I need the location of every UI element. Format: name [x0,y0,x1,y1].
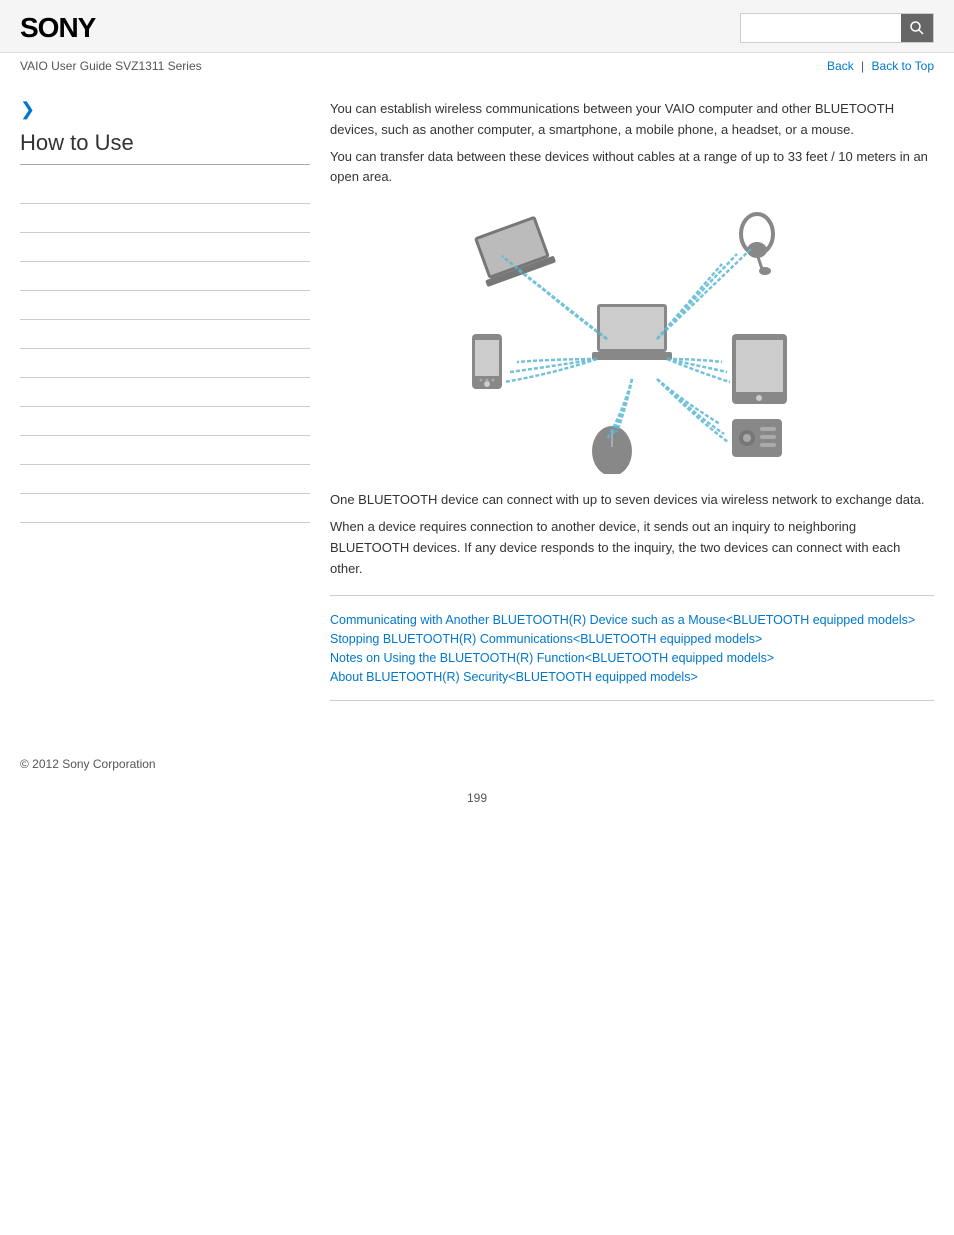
back-link[interactable]: Back [827,59,854,73]
main-content: ❯ How to Use You can establish wireless … [0,79,954,737]
search-input[interactable] [741,14,901,42]
list-item[interactable] [20,320,310,349]
list-item[interactable] [20,407,310,436]
footer: © 2012 Sony Corporation [0,737,954,781]
intro-paragraph-1: You can establish wireless communication… [330,99,934,141]
related-link-3[interactable]: Notes on Using the BLUETOOTH(R) Function… [330,651,774,665]
sidebar-title: How to Use [20,130,310,165]
breadcrumb-separator: | [861,59,864,73]
related-link-item: About BLUETOOTH(R) Security<BLUETOOTH eq… [330,669,934,684]
search-icon [909,20,925,36]
list-item[interactable] [20,494,310,523]
body-paragraph-1: One BLUETOOTH device can connect with up… [330,490,934,511]
sidebar: ❯ How to Use [20,89,330,717]
related-links: Communicating with Another BLUETOOTH(R) … [330,612,934,684]
page-number: 199 [0,781,954,825]
list-item[interactable] [20,233,310,262]
divider-bottom [330,700,934,701]
copyright: © 2012 Sony Corporation [20,757,156,771]
search-box [740,13,934,43]
related-link-item: Notes on Using the BLUETOOTH(R) Function… [330,650,934,665]
sidebar-arrow: ❯ [20,99,310,120]
list-item[interactable] [20,349,310,378]
related-link-2[interactable]: Stopping BLUETOOTH(R) Communications<BLU… [330,632,762,646]
page-header: SONY [0,0,954,53]
list-item[interactable] [20,378,310,407]
breadcrumb-bar: VAIO User Guide SVZ1311 Series Back | Ba… [0,53,954,79]
guide-title: VAIO User Guide SVZ1311 Series [20,59,202,73]
list-item[interactable] [20,204,310,233]
breadcrumb-nav: Back | Back to Top [827,59,934,73]
sidebar-links [20,175,310,523]
content-body: One BLUETOOTH device can connect with up… [330,490,934,579]
intro-paragraph-2: You can transfer data between these devi… [330,147,934,189]
list-item[interactable] [20,262,310,291]
bluetooth-svg [442,204,822,474]
bluetooth-illustration [330,204,934,474]
sony-logo: SONY [20,12,95,44]
list-item[interactable] [20,291,310,320]
content-intro: You can establish wireless communication… [330,99,934,188]
list-item[interactable] [20,465,310,494]
content-area: You can establish wireless communication… [330,89,934,717]
related-link-item: Stopping BLUETOOTH(R) Communications<BLU… [330,631,934,646]
divider-top [330,595,934,596]
related-link-4[interactable]: About BLUETOOTH(R) Security<BLUETOOTH eq… [330,670,698,684]
back-to-top-link[interactable]: Back to Top [872,59,934,73]
related-link-item: Communicating with Another BLUETOOTH(R) … [330,612,934,627]
search-button[interactable] [901,14,933,42]
list-item[interactable] [20,436,310,465]
related-link-1[interactable]: Communicating with Another BLUETOOTH(R) … [330,613,915,627]
list-item[interactable] [20,175,310,204]
body-paragraph-2: When a device requires connection to ano… [330,517,934,579]
